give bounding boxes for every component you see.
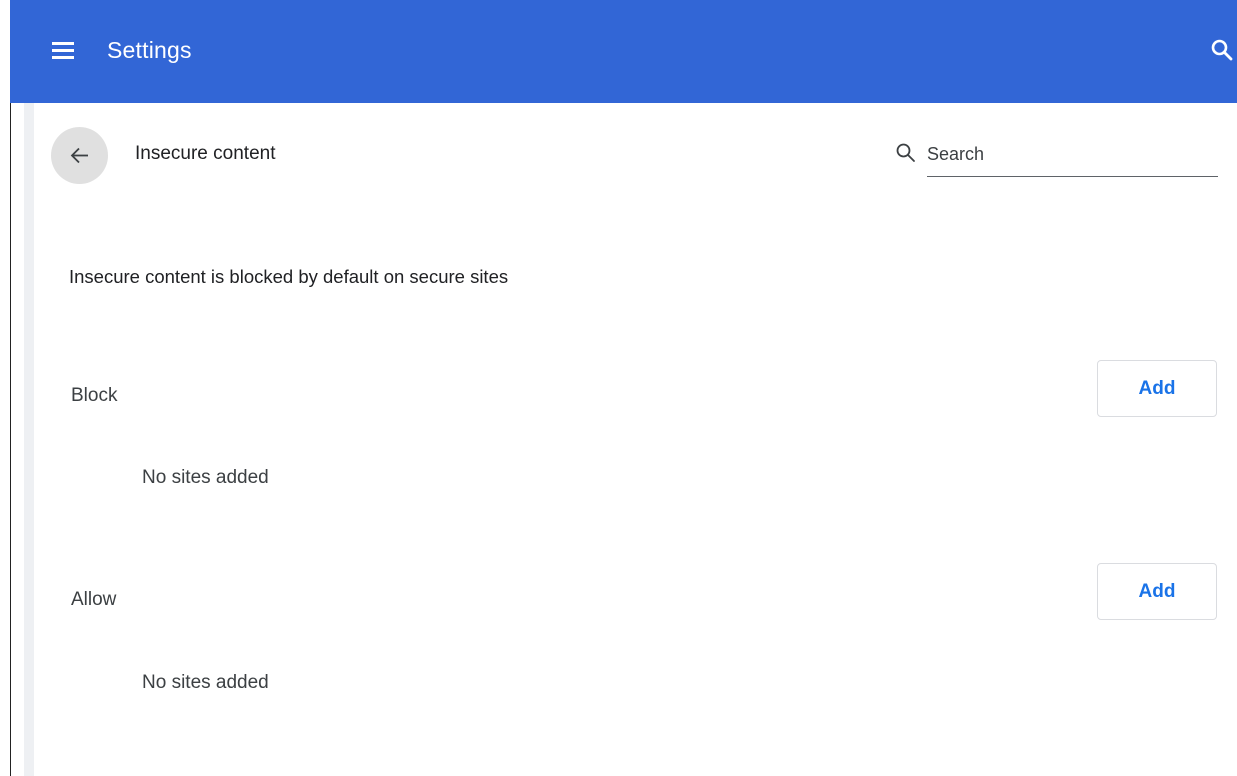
allow-section-label: Allow bbox=[71, 589, 117, 610]
default-setting-description: Insecure content is blocked by default o… bbox=[69, 266, 509, 287]
search-field-icon bbox=[896, 143, 915, 162]
search-underline bbox=[927, 176, 1218, 177]
settings-toolbar: Settings bbox=[10, 0, 1237, 103]
hamburger-menu-icon[interactable] bbox=[52, 39, 74, 61]
toolbar-title: Settings bbox=[107, 37, 192, 63]
page-title: Insecure content bbox=[135, 143, 276, 164]
arrow-back-icon bbox=[70, 147, 88, 164]
settings-page: Settings Insecure content Insecure conte… bbox=[0, 0, 1237, 776]
block-section-label: Block bbox=[71, 385, 118, 406]
block-empty-list-text: No sites added bbox=[142, 467, 269, 488]
search-field[interactable] bbox=[895, 132, 1218, 177]
search-input[interactable] bbox=[927, 140, 1212, 168]
search-icon[interactable] bbox=[1210, 38, 1234, 62]
sidebar-gutter bbox=[24, 103, 34, 776]
back-button[interactable] bbox=[51, 127, 108, 184]
add-block-site-button[interactable]: Add bbox=[1097, 360, 1217, 417]
add-allow-site-button[interactable]: Add bbox=[1097, 563, 1217, 620]
window-left-border bbox=[10, 103, 11, 776]
allow-empty-list-text: No sites added bbox=[142, 672, 269, 693]
